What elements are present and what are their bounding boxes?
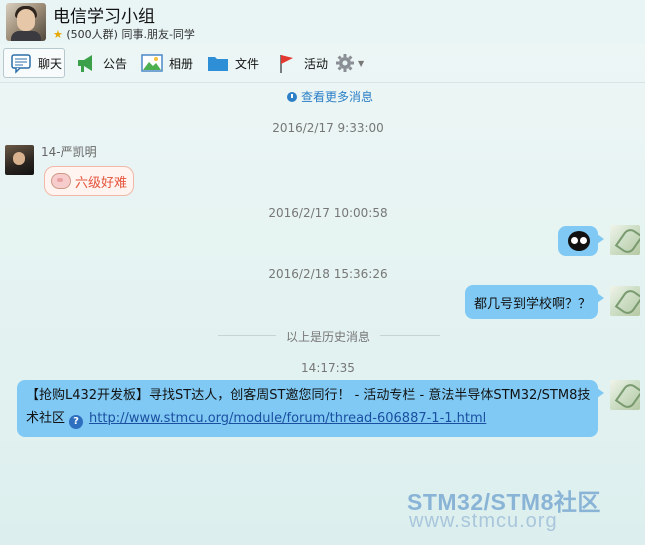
folder-icon [207,52,229,74]
tab-files[interactable]: 文件 [207,48,259,78]
message-bubble-incoming[interactable]: 六级好难 [44,166,135,196]
toolbar: 聊天 公告 相册 文件 活动 ▼ [0,46,645,83]
avatar[interactable] [610,380,640,410]
megaphone-icon [75,52,97,74]
gear-icon [334,52,356,74]
settings-dropdown[interactable]: ▼ [334,48,364,78]
avatar[interactable] [610,225,640,255]
tab-files-label: 文件 [235,56,260,71]
sender-name[interactable]: 14-严凯明 [41,143,97,160]
photo-icon [141,52,163,74]
avatar[interactable] [610,286,640,316]
message-link[interactable]: http://www.stmcu.org/module/forum/thread… [89,411,486,426]
chevron-down-icon: ▼ [358,58,365,68]
group-meta: ★ (500人群) 同事.朋友-同学 [53,26,195,42]
member-count: (500人群) [66,28,118,41]
owl-emoji-icon [568,231,590,251]
tab-activity[interactable]: 活动 [276,48,328,78]
timestamp: 2016/2/17 10:00:58 [268,206,388,220]
view-more-messages[interactable]: 查看更多消息 [0,88,645,105]
message-bubble-outgoing[interactable] [558,226,604,256]
avatar[interactable] [5,145,34,175]
chat-icon [10,52,32,74]
message-bubble-outgoing[interactable]: 都几号到学校啊？？ [465,285,604,319]
message-text: 六级好难 [75,175,128,191]
pig-emoji-icon [51,173,71,189]
flag-icon [276,52,298,74]
tab-notice[interactable]: 公告 [75,48,127,78]
group-title[interactable]: 电信学习小组 [53,2,155,27]
tab-album[interactable]: 相册 [141,48,193,78]
timestamp: 14:17:35 [301,361,355,375]
chat-header: 电信学习小组 ★ (500人群) 同事.朋友-同学 [0,0,645,44]
clock-icon [286,92,297,102]
tab-album-label: 相册 [169,56,194,71]
tab-chat[interactable]: 聊天 [3,48,65,78]
divider [380,335,440,336]
message-area[interactable]: 查看更多消息 2016/2/17 9:33:00 14-严凯明 六级好难 201… [0,82,645,545]
message-bubble-outgoing[interactable]: 【抢购L432开发板】寻找ST达人，创客周ST邀您同行！ - 活动专栏 - 意法… [17,380,604,437]
view-more-label: 查看更多消息 [300,90,373,104]
message-text: 都几号到学校啊？？ [474,297,592,312]
star-icon: ★ [53,28,63,41]
group-tags: 同事.朋友-同学 [121,28,195,41]
tab-notice-label: 公告 [103,56,128,71]
help-icon[interactable]: ? [69,415,84,429]
group-avatar[interactable] [6,3,46,41]
history-marker: 以上是历史消息 [285,330,370,344]
timestamp: 2016/2/17 9:33:00 [272,121,384,135]
watermark-url: www.stmcu.org [409,510,558,532]
timestamp: 2016/2/18 15:36:26 [268,267,388,281]
tab-chat-label: 聊天 [38,56,63,71]
tab-activity-label: 活动 [304,56,329,71]
